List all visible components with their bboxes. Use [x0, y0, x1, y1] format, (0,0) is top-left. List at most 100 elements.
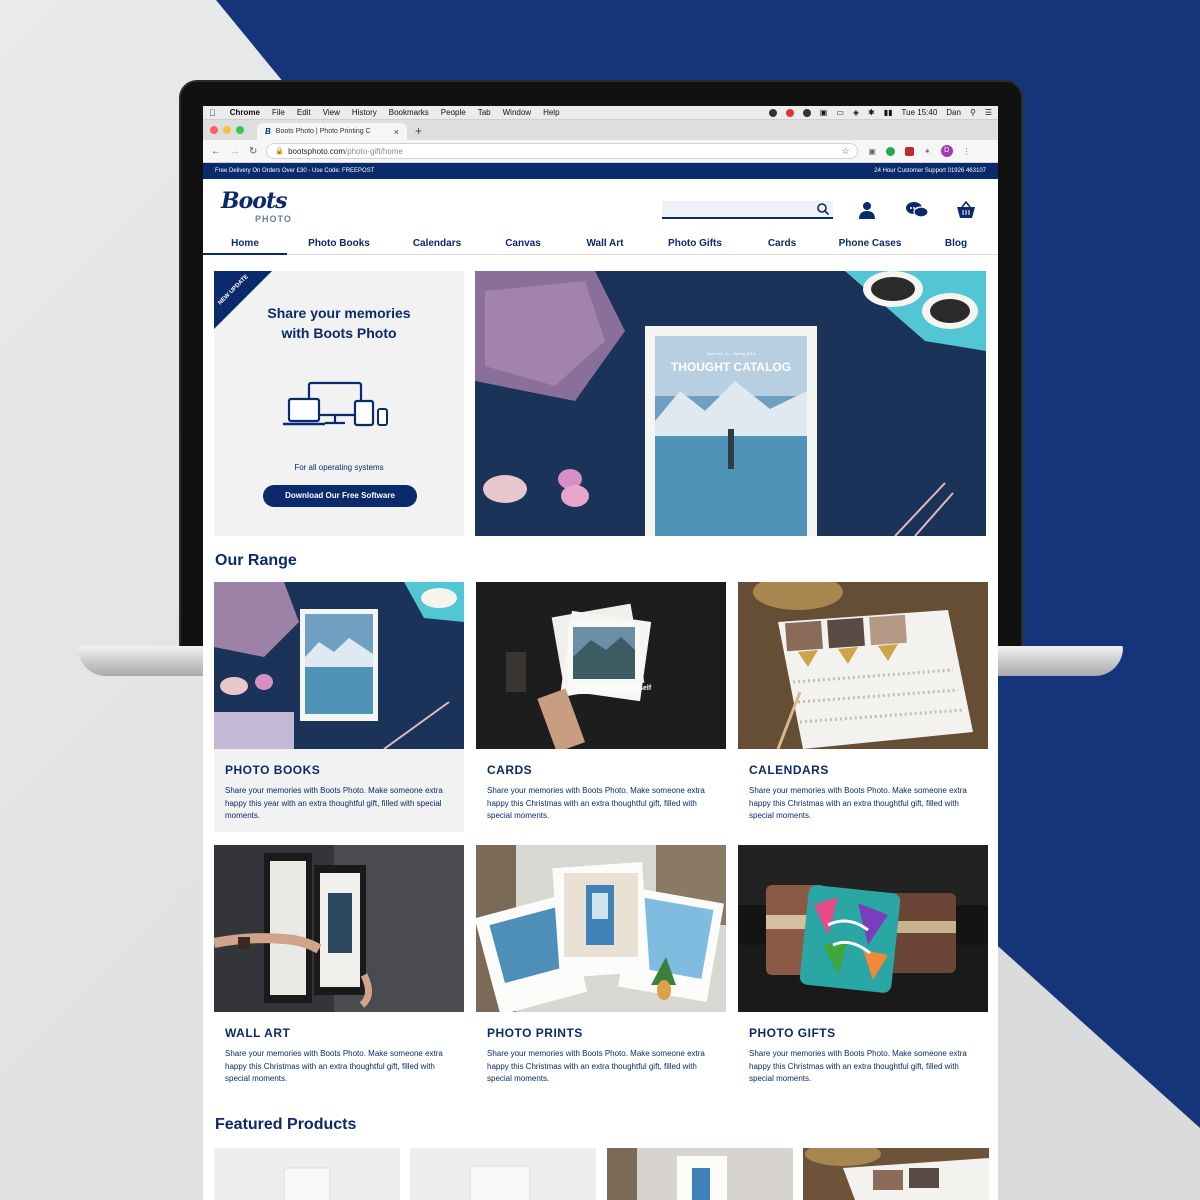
photo-prints-image	[476, 845, 726, 1012]
minimize-window-button[interactable]	[223, 126, 231, 134]
menu-tab[interactable]: Tab	[478, 108, 491, 117]
promo-delivery-text: Free Delivery On Orders Over £30 - Use C…	[215, 168, 375, 174]
boots-photo-logo[interactable]: Boots PHOTO	[221, 188, 291, 224]
account-icon[interactable]	[858, 201, 876, 219]
url-path: /photo-gift/home	[345, 146, 403, 156]
promo-bar: Free Delivery On Orders Over £30 - Use C…	[203, 163, 998, 179]
wall-art-image	[214, 845, 464, 1012]
nav-photo-gifts[interactable]: Photo Gifts	[647, 235, 743, 254]
boots-favicon-icon: B	[265, 127, 271, 136]
hero: NEW UPDATE Share your memories with Boot…	[214, 271, 986, 536]
card-title[interactable]: CALENDARS	[749, 763, 988, 777]
range-card-wall-art[interactable]: WALL ART Share your memories with Boots …	[214, 845, 464, 1095]
red-extension-icon[interactable]	[904, 146, 914, 156]
menu-chrome[interactable]: Chrome	[230, 108, 260, 117]
forward-icon[interactable]: →	[230, 146, 240, 157]
search-icon[interactable]	[816, 201, 830, 217]
devices-icon	[283, 381, 388, 427]
menu-edit[interactable]: Edit	[297, 108, 311, 117]
menu-view[interactable]: View	[323, 108, 340, 117]
chat-support-icon[interactable]	[905, 201, 929, 219]
search-input[interactable]	[662, 201, 833, 219]
range-card-photo-gifts[interactable]: PHOTO GIFTS Share your memories with Boo…	[738, 845, 988, 1095]
card-description: Share your memories with Boots Photo. Ma…	[225, 786, 443, 820]
range-card-photo-books[interactable]: PHOTO BOOKS Share your memories with Boo…	[214, 582, 464, 832]
apple-icon[interactable]: 	[209, 108, 216, 118]
catalog-title: THOUGHT CATALOG	[671, 360, 791, 374]
card-title[interactable]: PHOTO PRINTS	[487, 1026, 726, 1040]
cards-overlay-text: Uncomplicate Yourself	[576, 685, 652, 692]
profile-avatar[interactable]: D	[940, 145, 953, 157]
nav-home[interactable]: Home	[203, 235, 287, 255]
status-icon[interactable]	[768, 108, 777, 117]
range-card-calendars[interactable]: CALENDARS Share your memories with Boots…	[738, 582, 988, 832]
menubar-clock[interactable]: Tue 15:40	[902, 108, 938, 117]
promo-title-line2: with Boots Photo	[281, 325, 397, 341]
featured-product-4[interactable]	[803, 1148, 989, 1200]
sync-icon[interactable]	[802, 108, 811, 117]
creative-cloud-icon[interactable]	[785, 108, 794, 117]
nav-blog[interactable]: Blog	[919, 235, 993, 254]
card-description: Share your memories with Boots Photo. Ma…	[225, 1049, 443, 1083]
battery-icon[interactable]: ▮▮	[884, 108, 893, 117]
wifi-icon[interactable]: ◈	[853, 108, 859, 117]
basket-icon[interactable]	[956, 201, 976, 219]
bookmark-star-icon[interactable]: ☆	[841, 146, 849, 157]
menu-file[interactable]: File	[272, 108, 285, 117]
card-title[interactable]: PHOTO GIFTS	[749, 1026, 988, 1040]
card-description: Share your memories with Boots Photo. Ma…	[487, 1049, 705, 1083]
notification-center-icon[interactable]: ☰	[985, 108, 992, 117]
catalog-issue: Issue No. 3 — Spring 2018	[707, 351, 756, 356]
close-tab-icon[interactable]: ×	[394, 127, 399, 137]
menu-window[interactable]: Window	[503, 108, 531, 117]
menubar-user[interactable]: Dan	[946, 108, 961, 117]
extensions: ▣ ✶ D ⋮	[868, 145, 971, 157]
browser-tab[interactable]: B Boots Photo | Photo Printing C ×	[257, 123, 407, 140]
nav-cards[interactable]: Cards	[743, 235, 821, 254]
download-software-button[interactable]: Download Our Free Software	[263, 485, 417, 507]
hero-image[interactable]: THOUGHT CATALOG Issue No. 3 — Spring 201…	[475, 271, 986, 536]
bug-extension-icon[interactable]: ✶	[924, 147, 931, 156]
nav-phone-cases[interactable]: Phone Cases	[821, 235, 919, 254]
back-icon[interactable]: ←	[211, 146, 221, 157]
nav-photo-books[interactable]: Photo Books	[287, 235, 391, 254]
site-header: Boots PHOTO	[203, 179, 998, 235]
reload-icon[interactable]: ↻	[249, 146, 257, 157]
spotlight-icon[interactable]: ⚲	[970, 108, 976, 117]
card-description: Share your memories with Boots Photo. Ma…	[487, 786, 705, 820]
range-card-cards[interactable]: Uncomplicate Yourself CARDS Share your m…	[476, 582, 726, 832]
featured-product-2[interactable]	[410, 1148, 596, 1200]
nav-wall-art[interactable]: Wall Art	[563, 235, 647, 254]
address-toolbar: ← → ↻ 🔒 bootsphoto.com /photo-gift/home …	[203, 140, 998, 163]
card-title[interactable]: PHOTO BOOKS	[225, 763, 464, 777]
close-window-button[interactable]	[210, 126, 218, 134]
nav-calendars[interactable]: Calendars	[391, 235, 483, 254]
lock-icon[interactable]: 🔒	[275, 147, 284, 155]
window-controls	[210, 126, 244, 134]
menu-bookmarks[interactable]: Bookmarks	[389, 108, 429, 117]
cards-image: Uncomplicate Yourself	[476, 582, 726, 749]
airplay-icon[interactable]: ▭	[836, 108, 844, 117]
camera-extension-icon[interactable]: ▣	[868, 147, 876, 156]
green-extension-icon[interactable]	[885, 146, 895, 156]
featured-product-1[interactable]	[214, 1148, 400, 1200]
zoom-window-button[interactable]	[236, 126, 244, 134]
featured-product-3[interactable]	[607, 1148, 793, 1200]
range-card-photo-prints[interactable]: PHOTO PRINTS Share your memories with Bo…	[476, 845, 726, 1095]
new-tab-button[interactable]: +	[415, 124, 422, 140]
card-title[interactable]: CARDS	[487, 763, 726, 777]
software-promo-card: NEW UPDATE Share your memories with Boot…	[214, 271, 464, 536]
card-title[interactable]: WALL ART	[225, 1026, 464, 1040]
menu-help[interactable]: Help	[543, 108, 559, 117]
os-note: For all operating systems	[294, 463, 384, 472]
menu-people[interactable]: People	[441, 108, 466, 117]
screen:  Chrome File Edit View History Bookmark…	[203, 106, 998, 1200]
bluetooth-icon[interactable]: ✱	[868, 108, 875, 117]
url-bar[interactable]: 🔒 bootsphoto.com /photo-gift/home ☆	[266, 143, 859, 159]
promo-title: Share your memories with Boots Photo	[214, 303, 464, 343]
shield-icon[interactable]: ▣	[820, 108, 828, 117]
nav-canvas[interactable]: Canvas	[483, 235, 563, 254]
menu-history[interactable]: History	[352, 108, 377, 117]
chrome-menu-icon[interactable]: ⋮	[963, 147, 971, 156]
promo-support-text: 24 Hour Customer Support 01926 463107	[874, 168, 986, 174]
